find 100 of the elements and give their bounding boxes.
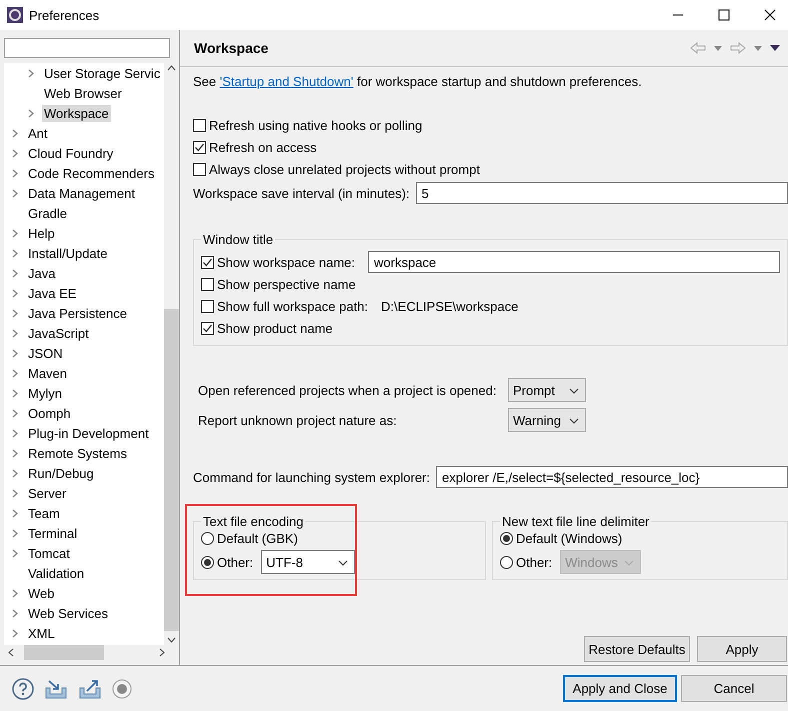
tree-item[interactable]: Workspace <box>42 104 111 122</box>
chevron-right-icon[interactable] <box>12 128 19 138</box>
page-button[interactable]: Restore Defaults <box>584 636 690 662</box>
checkbox[interactable] <box>201 322 214 334</box>
tree-item[interactable]: Server <box>26 484 68 502</box>
help-icon[interactable] <box>12 678 34 700</box>
chevron-right-icon[interactable] <box>12 448 19 458</box>
chevron-right-icon[interactable] <box>12 508 19 518</box>
chevron-right-icon[interactable] <box>12 588 19 598</box>
chevron-right-icon[interactable] <box>28 68 35 78</box>
tree-item[interactable]: Data Management <box>26 184 137 202</box>
chevron-right-icon[interactable] <box>12 488 19 498</box>
tree-item[interactable]: Help <box>26 224 57 242</box>
tree-item[interactable]: Oomph <box>26 404 73 422</box>
checkbox[interactable] <box>193 162 206 176</box>
checkbox-label: Show workspace name: <box>217 254 356 270</box>
tree-item[interactable]: Terminal <box>26 524 80 542</box>
forward-arrow-icon[interactable] <box>730 42 746 54</box>
chevron-right-icon[interactable] <box>12 308 19 318</box>
radio-button[interactable] <box>201 556 214 568</box>
chevron-right-icon[interactable] <box>12 528 19 538</box>
chevron-right-icon[interactable] <box>12 368 19 378</box>
tree-item[interactable]: Remote Systems <box>26 444 129 462</box>
tree-item[interactable]: Java Persistence <box>26 304 129 322</box>
tree-item[interactable]: Gradle <box>26 204 70 222</box>
dropdown[interactable]: Prompt <box>508 378 586 402</box>
tree-item[interactable]: Mylyn <box>26 384 64 402</box>
tree-item[interactable]: JSON <box>26 344 65 362</box>
chevron-right-icon[interactable] <box>12 288 19 298</box>
chevron-right-icon[interactable] <box>12 428 19 438</box>
tree-item[interactable]: Install/Update <box>26 244 110 262</box>
maximize-icon[interactable] <box>718 9 730 21</box>
chevron-right-icon[interactable] <box>12 628 19 638</box>
record-icon[interactable] <box>112 678 132 698</box>
tree-item[interactable]: Java <box>26 264 58 282</box>
tree-item[interactable]: Web Browser <box>42 84 124 102</box>
input-field[interactable]: 5 <box>416 182 788 204</box>
chevron-right-icon[interactable] <box>12 548 19 558</box>
tree-item[interactable]: User Storage Servic <box>42 64 162 82</box>
chevron-right-icon[interactable] <box>12 328 19 338</box>
view-menu-icon[interactable] <box>770 45 780 51</box>
page-button[interactable]: Apply <box>697 636 787 662</box>
close-icon[interactable] <box>764 9 776 21</box>
tree-item[interactable]: Code Recommenders <box>26 164 156 182</box>
chevron-right-icon[interactable] <box>12 188 19 198</box>
dialog-button[interactable]: Apply and Close <box>563 675 677 702</box>
dialog-button[interactable]: Cancel <box>681 675 787 702</box>
tree-item[interactable]: Tomcat <box>26 544 72 562</box>
input-field[interactable]: explorer /E,/select=${selected_resource_loc} <box>436 466 788 488</box>
import-icon[interactable] <box>44 678 68 700</box>
checkbox-label: Show full workspace path: <box>217 298 368 314</box>
radio-label: Other: <box>217 554 254 570</box>
chevron-right-icon[interactable] <box>12 148 19 158</box>
dropdown-caret-icon[interactable] <box>714 46 722 50</box>
dropdown[interactable]: UTF-8 <box>261 550 356 574</box>
startup-link[interactable]: 'Startup and Shutdown' <box>220 74 354 89</box>
caret-icon <box>569 388 579 394</box>
chevron-right-icon[interactable] <box>12 248 19 258</box>
checkbox-label: Show product name <box>217 320 333 336</box>
export-icon[interactable] <box>78 678 102 700</box>
checkbox[interactable] <box>201 256 214 268</box>
chevron-right-icon[interactable] <box>12 168 19 178</box>
filter-field[interactable] <box>4 38 170 58</box>
checkbox[interactable] <box>193 118 206 132</box>
checkbox[interactable] <box>193 140 206 154</box>
chevron-right-icon[interactable] <box>12 408 19 418</box>
input-field[interactable]: workspace <box>368 251 780 273</box>
tree-item[interactable]: Web Services <box>26 604 110 622</box>
chevron-right-icon[interactable] <box>28 108 35 118</box>
field-label: Workspace save interval (in minutes): <box>193 186 410 200</box>
tree-item[interactable]: Web <box>26 584 56 602</box>
checkbox-label: Always close unrelated projects without prompt <box>209 162 480 176</box>
checkbox-label: Refresh on access <box>209 140 317 154</box>
tree-item[interactable]: Run/Debug <box>26 464 96 482</box>
tree-item[interactable]: JavaScript <box>26 324 91 342</box>
tree-item[interactable]: Maven <box>26 364 70 382</box>
tree-item[interactable]: Team <box>26 504 62 522</box>
tree-item[interactable]: Validation <box>26 564 86 582</box>
tree-item[interactable]: Ant <box>26 124 50 142</box>
radio-button[interactable] <box>201 532 214 545</box>
radio-label: Default (Windows) <box>516 531 622 546</box>
dropdown: Windows <box>560 550 642 574</box>
tree-item[interactable]: XML <box>26 624 57 642</box>
chevron-right-icon[interactable] <box>12 268 19 278</box>
checkbox[interactable] <box>201 278 214 290</box>
caret-icon <box>338 560 348 566</box>
chevron-right-icon[interactable] <box>12 228 19 238</box>
tree-item[interactable]: Plug-in Development <box>26 424 151 442</box>
checkbox[interactable] <box>201 300 214 312</box>
radio-button[interactable] <box>500 532 513 545</box>
chevron-right-icon[interactable] <box>12 468 19 478</box>
dropdown-label: Report unknown project nature as: <box>198 412 398 428</box>
chevron-right-icon[interactable] <box>12 608 19 618</box>
tree-item[interactable]: Java EE <box>26 284 78 302</box>
back-arrow-icon[interactable] <box>690 42 706 54</box>
dropdown-caret-icon[interactable] <box>754 46 762 50</box>
tree-item[interactable]: Cloud Foundry <box>26 144 116 162</box>
chevron-right-icon[interactable] <box>12 348 19 358</box>
dropdown[interactable]: Warning <box>508 408 586 432</box>
chevron-right-icon[interactable] <box>12 388 19 398</box>
